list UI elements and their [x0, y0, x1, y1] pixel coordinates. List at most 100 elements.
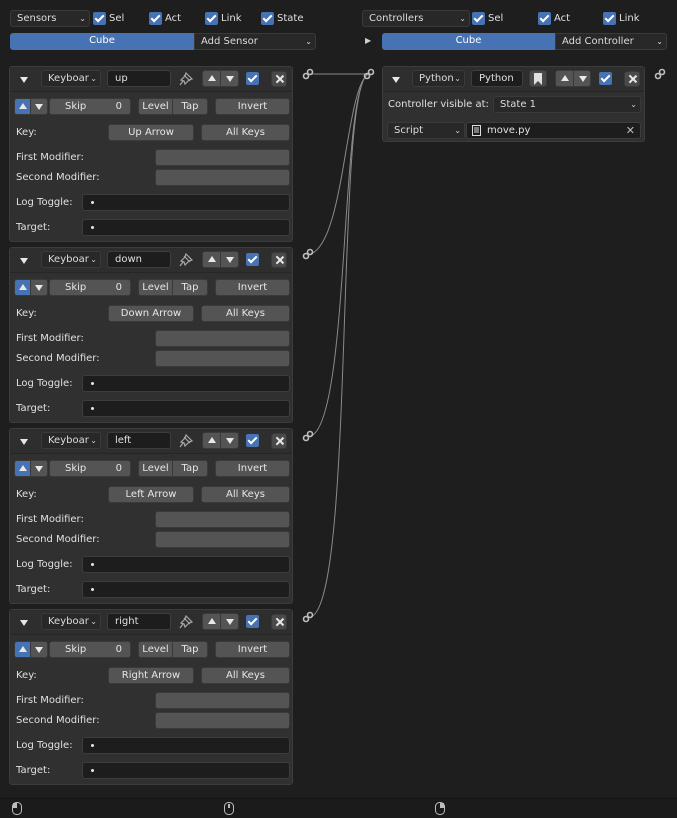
sensor-active-checkbox[interactable]: [246, 253, 259, 266]
first-modifier-button[interactable]: [155, 330, 290, 347]
skip-field[interactable]: Skip 0: [49, 279, 131, 296]
sensor-name-field[interactable]: right: [107, 613, 171, 630]
collapse-triangle-icon[interactable]: [20, 77, 28, 83]
log-toggle-field[interactable]: [82, 556, 290, 573]
skip-field[interactable]: Skip 0: [49, 641, 131, 658]
invert-button[interactable]: Invert: [215, 460, 290, 477]
move-up-button[interactable]: [555, 70, 574, 87]
pin-icon[interactable]: [179, 72, 193, 86]
invert-button[interactable]: Invert: [215, 279, 290, 296]
chevron-down-icon: ⌄: [90, 255, 97, 264]
pin-icon[interactable]: [179, 253, 193, 267]
sensor-type-dropdown[interactable]: Keyboar ⌄: [41, 432, 101, 449]
link-icons: [302, 68, 666, 623]
pulse-false-button[interactable]: [30, 279, 48, 296]
invert-button[interactable]: Invert: [215, 98, 290, 115]
collapse-triangle-icon[interactable]: [20, 258, 28, 264]
log-toggle-field[interactable]: [82, 194, 290, 211]
first-modifier-button[interactable]: [155, 692, 290, 709]
move-up-button[interactable]: [202, 70, 221, 87]
skip-value: 0: [115, 463, 122, 474]
target-label: Target:: [16, 222, 51, 233]
sensor-type-dropdown[interactable]: Keyboar ⌄: [41, 70, 101, 87]
key-value-button[interactable]: Left Arrow: [108, 486, 194, 503]
level-button[interactable]: Level: [138, 641, 173, 658]
move-down-button[interactable]: [220, 432, 239, 449]
pin-icon[interactable]: [179, 434, 193, 448]
pin-icon[interactable]: [179, 615, 193, 629]
close-icon[interactable]: [271, 252, 287, 268]
log-toggle-field[interactable]: [82, 375, 290, 392]
target-field[interactable]: [82, 762, 290, 779]
pulse-false-button[interactable]: [30, 98, 48, 115]
move-up-button[interactable]: [202, 613, 221, 630]
pulse-false-button[interactable]: [30, 641, 48, 658]
collapse-triangle-icon[interactable]: [20, 620, 28, 626]
log-toggle-field[interactable]: [82, 737, 290, 754]
target-field[interactable]: [82, 219, 290, 236]
script-mode-dropdown[interactable]: Script ⌄: [387, 122, 465, 139]
key-value-button[interactable]: Up Arrow: [108, 124, 194, 141]
collapse-triangle-icon[interactable]: [20, 439, 28, 445]
arrow-down-icon: [579, 76, 587, 82]
all-keys-button[interactable]: All Keys: [201, 486, 290, 503]
all-keys-button[interactable]: All Keys: [201, 305, 290, 322]
sensor-active-checkbox[interactable]: [246, 615, 259, 628]
second-modifier-button[interactable]: [155, 531, 290, 548]
level-button[interactable]: Level: [138, 98, 173, 115]
second-modifier-button[interactable]: [155, 350, 290, 367]
bookmark-button[interactable]: [529, 70, 547, 87]
all-keys-button[interactable]: All Keys: [201, 124, 290, 141]
move-up-button[interactable]: [202, 251, 221, 268]
level-button[interactable]: Level: [138, 460, 173, 477]
move-down-button[interactable]: [573, 70, 591, 87]
clear-x-icon[interactable]: ✕: [626, 123, 635, 138]
second-modifier-button[interactable]: [155, 169, 290, 186]
move-down-button[interactable]: [220, 251, 239, 268]
second-modifier-button[interactable]: [155, 712, 290, 729]
script-file-field[interactable]: move.py ✕: [466, 122, 641, 139]
invert-button[interactable]: Invert: [215, 641, 290, 658]
skip-field[interactable]: Skip 0: [49, 460, 131, 477]
pulse-true-button[interactable]: [14, 279, 31, 296]
tap-button[interactable]: Tap: [172, 98, 208, 115]
close-icon[interactable]: [271, 433, 287, 449]
sensor-type-dropdown[interactable]: Keyboar ⌄: [41, 613, 101, 630]
target-field[interactable]: [82, 400, 290, 417]
controller-type-dropdown[interactable]: Python ⌄: [412, 70, 465, 87]
first-modifier-button[interactable]: [155, 149, 290, 166]
sensor-active-checkbox[interactable]: [246, 72, 259, 85]
controller-state-dropdown[interactable]: State 1 ⌄: [493, 96, 641, 113]
sensor-active-checkbox[interactable]: [246, 434, 259, 447]
script-file-label: move.py: [487, 125, 531, 136]
close-icon[interactable]: [271, 71, 287, 87]
sensor-name-field[interactable]: up: [107, 70, 171, 87]
sensor-type-dropdown[interactable]: Keyboar ⌄: [41, 251, 101, 268]
collapse-triangle-icon[interactable]: [392, 77, 400, 83]
controller-active-checkbox[interactable]: [599, 72, 612, 85]
skip-field[interactable]: Skip 0: [49, 98, 131, 115]
move-up-button[interactable]: [202, 432, 221, 449]
key-value-button[interactable]: Down Arrow: [108, 305, 194, 322]
sensor-name-field[interactable]: left: [107, 432, 171, 449]
second-modifier-label: Second Modifier:: [16, 172, 100, 183]
tap-button[interactable]: Tap: [172, 460, 208, 477]
move-down-button[interactable]: [220, 613, 239, 630]
close-icon[interactable]: [271, 614, 287, 630]
pulse-true-button[interactable]: [14, 460, 31, 477]
first-modifier-button[interactable]: [155, 511, 290, 528]
target-field[interactable]: [82, 581, 290, 598]
tap-button[interactable]: Tap: [172, 641, 208, 658]
tap-button[interactable]: Tap: [172, 279, 208, 296]
pulse-false-button[interactable]: [30, 460, 48, 477]
level-tap-group: Level Tap: [138, 279, 208, 296]
sensor-name-field[interactable]: down: [107, 251, 171, 268]
key-value-button[interactable]: Right Arrow: [108, 667, 194, 684]
all-keys-button[interactable]: All Keys: [201, 667, 290, 684]
controller-name-field[interactable]: Python: [471, 70, 523, 87]
move-down-button[interactable]: [220, 70, 239, 87]
pulse-true-button[interactable]: [14, 641, 31, 658]
close-icon[interactable]: [624, 71, 640, 87]
pulse-true-button[interactable]: [14, 98, 31, 115]
level-button[interactable]: Level: [138, 279, 173, 296]
